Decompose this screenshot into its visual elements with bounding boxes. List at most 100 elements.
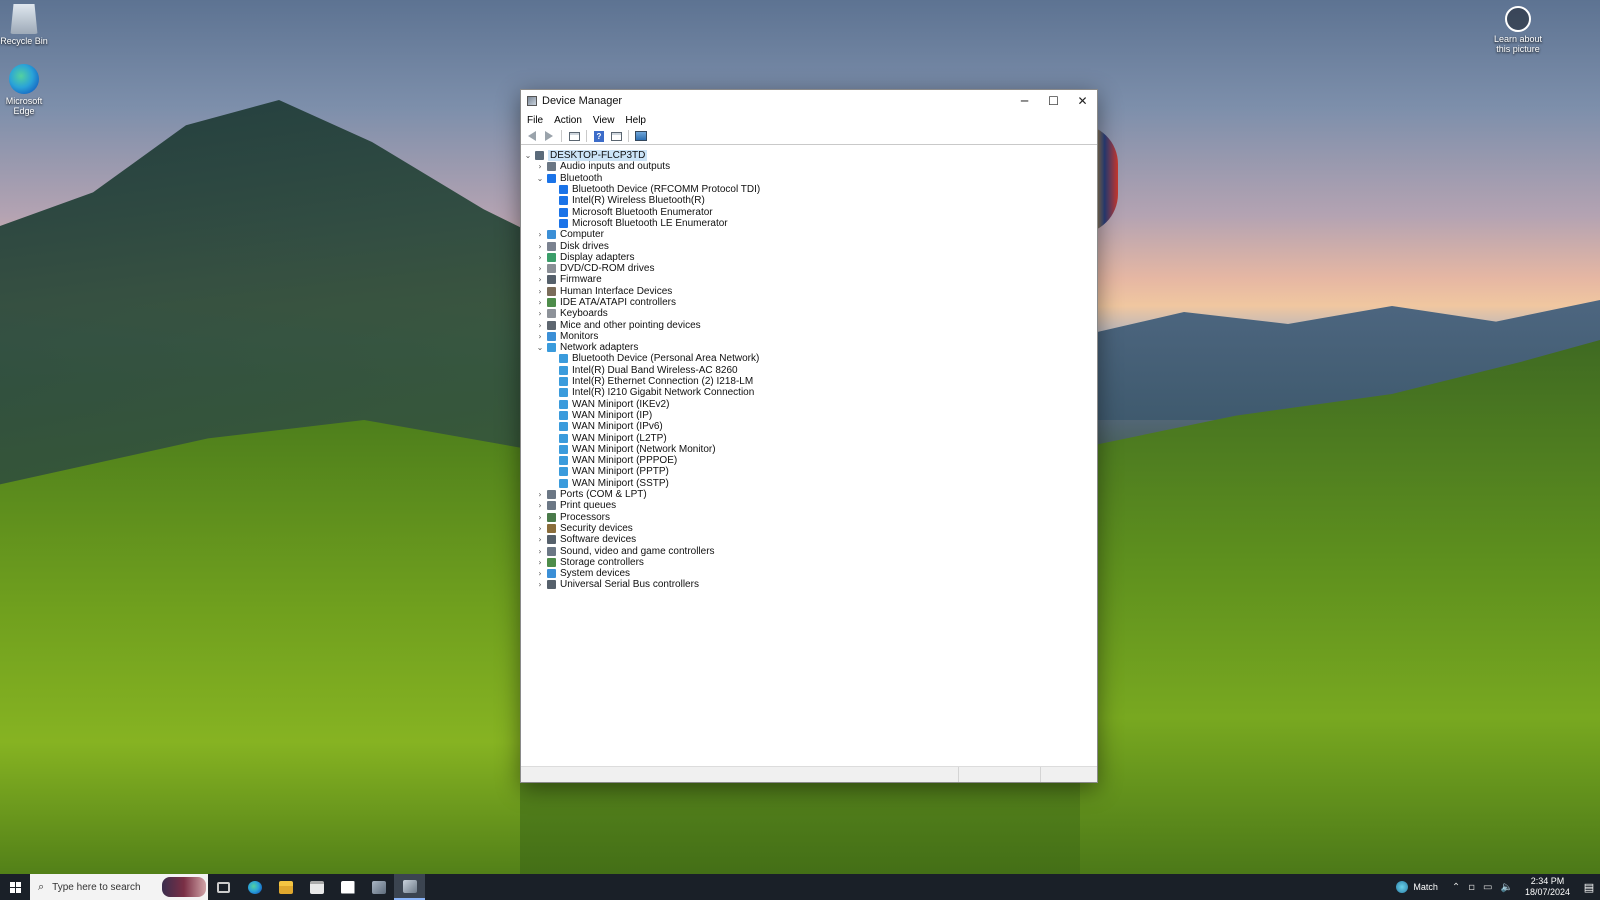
tree-category[interactable]: › Ports (COM & LPT)	[521, 489, 1097, 500]
collapse-chevron-icon[interactable]: ›	[535, 535, 545, 544]
tree-category[interactable]: › Monitors	[521, 331, 1097, 342]
tree-category[interactable]: › Keyboards	[521, 308, 1097, 319]
close-button[interactable]: ✕	[1068, 90, 1097, 112]
collapse-chevron-icon[interactable]: ›	[535, 547, 545, 556]
recycle-bin-label: Recycle Bin	[0, 36, 48, 46]
collapse-chevron-icon[interactable]: ›	[535, 230, 545, 239]
start-button[interactable]	[0, 874, 30, 900]
tree-device[interactable]: WAN Miniport (SSTP)	[521, 478, 1097, 489]
tree-category[interactable]: › Firmware	[521, 274, 1097, 285]
task-view-button[interactable]	[208, 874, 239, 900]
menu-bar: File Action View Help	[521, 112, 1097, 128]
tree-category[interactable]: › Universal Serial Bus controllers	[521, 579, 1097, 590]
tree-device[interactable]: WAN Miniport (IP)	[521, 410, 1097, 421]
clock[interactable]: 2:34 PM 18/07/2024	[1517, 876, 1578, 898]
tray-app-icon[interactable]: ▫	[1464, 882, 1479, 893]
taskbar-device-manager[interactable]	[394, 874, 425, 900]
tree-device[interactable]: WAN Miniport (L2TP)	[521, 432, 1097, 444]
collapse-chevron-icon[interactable]: ›	[535, 275, 545, 284]
collapse-chevron-icon[interactable]: ›	[535, 558, 545, 567]
menu-action[interactable]: Action	[554, 114, 582, 127]
recycle-bin-desktop-icon[interactable]: Recycle Bin	[0, 4, 48, 46]
tree-device[interactable]: Microsoft Bluetooth LE Enumerator	[521, 218, 1097, 229]
tree-category[interactable]: › System devices	[521, 568, 1097, 579]
collapse-chevron-icon[interactable]: ›	[535, 524, 545, 533]
network-icon[interactable]: ▭	[1479, 882, 1496, 893]
taskbar-file-explorer[interactable]	[270, 874, 301, 900]
device-tree[interactable]: ⌄ DESKTOP-FLCP3TD › Audio inputs and outp…	[521, 147, 1097, 766]
tree-device[interactable]: Intel(R) Wireless Bluetooth(R)	[521, 195, 1097, 206]
menu-file[interactable]: File	[527, 114, 543, 127]
edge-desktop-icon[interactable]: Microsoft Edge	[0, 64, 48, 116]
volume-icon[interactable]: 🔈	[1497, 882, 1517, 893]
collapse-chevron-icon[interactable]: ›	[535, 501, 545, 510]
menu-help[interactable]: Help	[625, 114, 646, 127]
notification-center-button[interactable]: ▤	[1578, 874, 1600, 900]
collapse-chevron-icon[interactable]: ›	[535, 309, 545, 318]
tree-device[interactable]: Intel(R) Ethernet Connection (2) I218-LM	[521, 376, 1097, 387]
scan-hardware-button[interactable]	[634, 130, 648, 142]
collapse-chevron-icon[interactable]: ›	[535, 287, 545, 296]
expand-chevron-icon[interactable]: ⌄	[535, 174, 545, 183]
expand-chevron-icon[interactable]: ⌄	[535, 343, 545, 352]
tree-category[interactable]: › Sound, video and game controllers	[521, 545, 1097, 557]
tree-root[interactable]: ⌄ DESKTOP-FLCP3TD	[521, 150, 1097, 162]
tree-device[interactable]: WAN Miniport (Network Monitor)	[521, 444, 1097, 455]
collapse-chevron-icon[interactable]: ›	[535, 513, 545, 522]
tree-category[interactable]: › Software devices	[521, 534, 1097, 545]
tree-category[interactable]: › Computer	[521, 229, 1097, 240]
forward-button[interactable]	[542, 130, 556, 142]
tree-category[interactable]: ⌄ Network adapters	[521, 342, 1097, 353]
tree-device[interactable]: WAN Miniport (IPv6)	[521, 421, 1097, 432]
tree-category[interactable]: › Audio inputs and outputs	[521, 161, 1097, 172]
tree-category[interactable]: › Human Interface Devices	[521, 286, 1097, 297]
back-button[interactable]	[525, 130, 539, 142]
minimize-button[interactable]: ─	[1010, 90, 1039, 112]
collapse-chevron-icon[interactable]: ›	[535, 264, 545, 273]
expand-chevron-icon[interactable]: ⌄	[523, 151, 533, 160]
tree-category[interactable]: › Disk drives	[521, 240, 1097, 252]
tree-category[interactable]: › Processors	[521, 512, 1097, 523]
properties-button[interactable]	[609, 130, 623, 142]
taskbar-mail[interactable]	[332, 874, 363, 900]
show-hide-console-tree-button[interactable]	[567, 130, 581, 142]
tree-category[interactable]: › IDE ATA/ATAPI controllers	[521, 297, 1097, 308]
tree-device[interactable]: Bluetooth Device (Personal Area Network)	[521, 353, 1097, 364]
tree-device[interactable]: WAN Miniport (IKEv2)	[521, 399, 1097, 410]
collapse-chevron-icon[interactable]: ›	[535, 253, 545, 262]
tree-category[interactable]: › Security devices	[521, 523, 1097, 534]
taskbar-app-1[interactable]	[363, 874, 394, 900]
device-manager-window[interactable]: Device Manager ─ ☐ ✕ File Action View He…	[520, 89, 1098, 783]
collapse-chevron-icon[interactable]: ›	[535, 162, 545, 171]
tree-category[interactable]: › Mice and other pointing devices	[521, 319, 1097, 331]
maximize-button[interactable]: ☐	[1039, 90, 1068, 112]
tree-device[interactable]: Intel(R) Dual Band Wireless-AC 8260	[521, 365, 1097, 376]
collapse-chevron-icon[interactable]: ›	[535, 569, 545, 578]
collapse-chevron-icon[interactable]: ›	[535, 242, 545, 251]
tree-category[interactable]: › DVD/CD-ROM drives	[521, 263, 1097, 274]
title-bar[interactable]: Device Manager ─ ☐ ✕	[521, 90, 1097, 112]
tree-device[interactable]: Bluetooth Device (RFCOMM Protocol TDI)	[521, 184, 1097, 195]
help-button[interactable]: ?	[592, 130, 606, 142]
collapse-chevron-icon[interactable]: ›	[535, 321, 545, 330]
tree-category[interactable]: › Display adapters	[521, 252, 1097, 263]
collapse-chevron-icon[interactable]: ›	[535, 298, 545, 307]
collapse-chevron-icon[interactable]: ›	[535, 490, 545, 499]
tree-category[interactable]: › Storage controllers	[521, 557, 1097, 568]
collapse-chevron-icon[interactable]: ›	[535, 580, 545, 589]
tree-device[interactable]: WAN Miniport (PPTP)	[521, 466, 1097, 477]
tree-device[interactable]: Intel(R) I210 Gigabit Network Connection	[521, 387, 1097, 398]
tree-device[interactable]: Microsoft Bluetooth Enumerator	[521, 206, 1097, 218]
collapse-chevron-icon[interactable]: ›	[535, 332, 545, 341]
tree-category[interactable]: ⌄ Bluetooth	[521, 173, 1097, 184]
tree-device[interactable]: WAN Miniport (PPPOE)	[521, 455, 1097, 466]
show-hidden-icons-chevron-icon[interactable]: ⌃	[1448, 882, 1464, 893]
taskbar-search-box[interactable]: ⌕ Type here to search	[30, 874, 208, 900]
learn-about-picture-desktop-icon[interactable]: Learn about this picture	[1492, 6, 1544, 54]
taskbar-edge[interactable]	[239, 874, 270, 900]
weather-widget[interactable]: Match	[1386, 881, 1448, 893]
wallpaper-field-left	[0, 420, 520, 880]
tree-category[interactable]: › Print queues	[521, 500, 1097, 511]
menu-view[interactable]: View	[593, 114, 615, 127]
taskbar-store[interactable]	[301, 874, 332, 900]
